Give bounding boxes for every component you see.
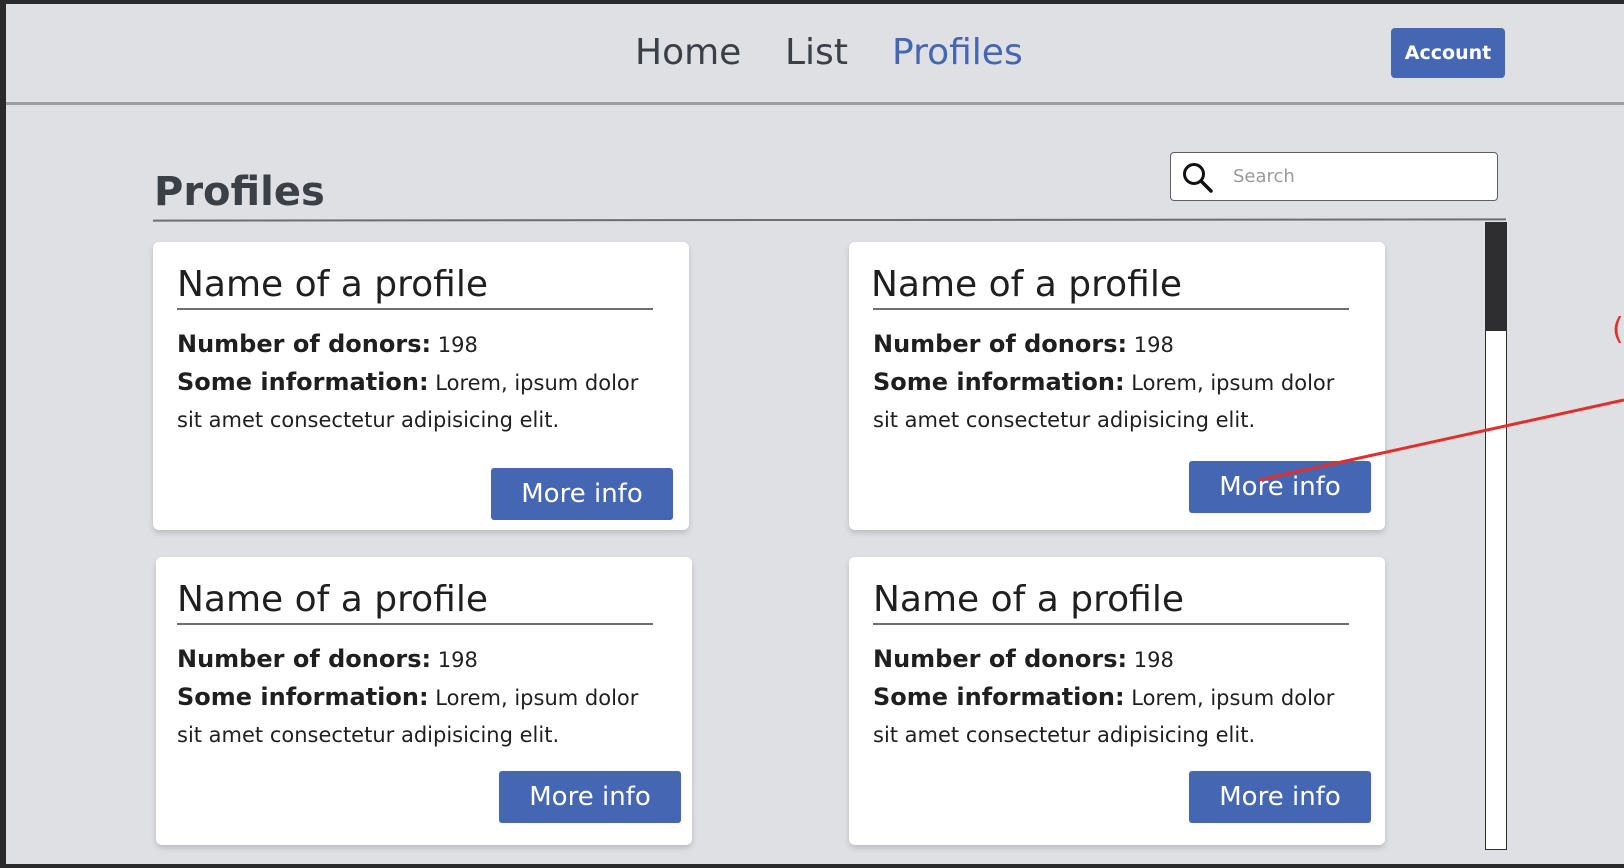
app-frame: Home List Profiles Account Profiles Name…: [6, 4, 1624, 864]
annotation-mark: (: [1612, 312, 1624, 347]
annotation-arrow: [1258, 398, 1624, 482]
